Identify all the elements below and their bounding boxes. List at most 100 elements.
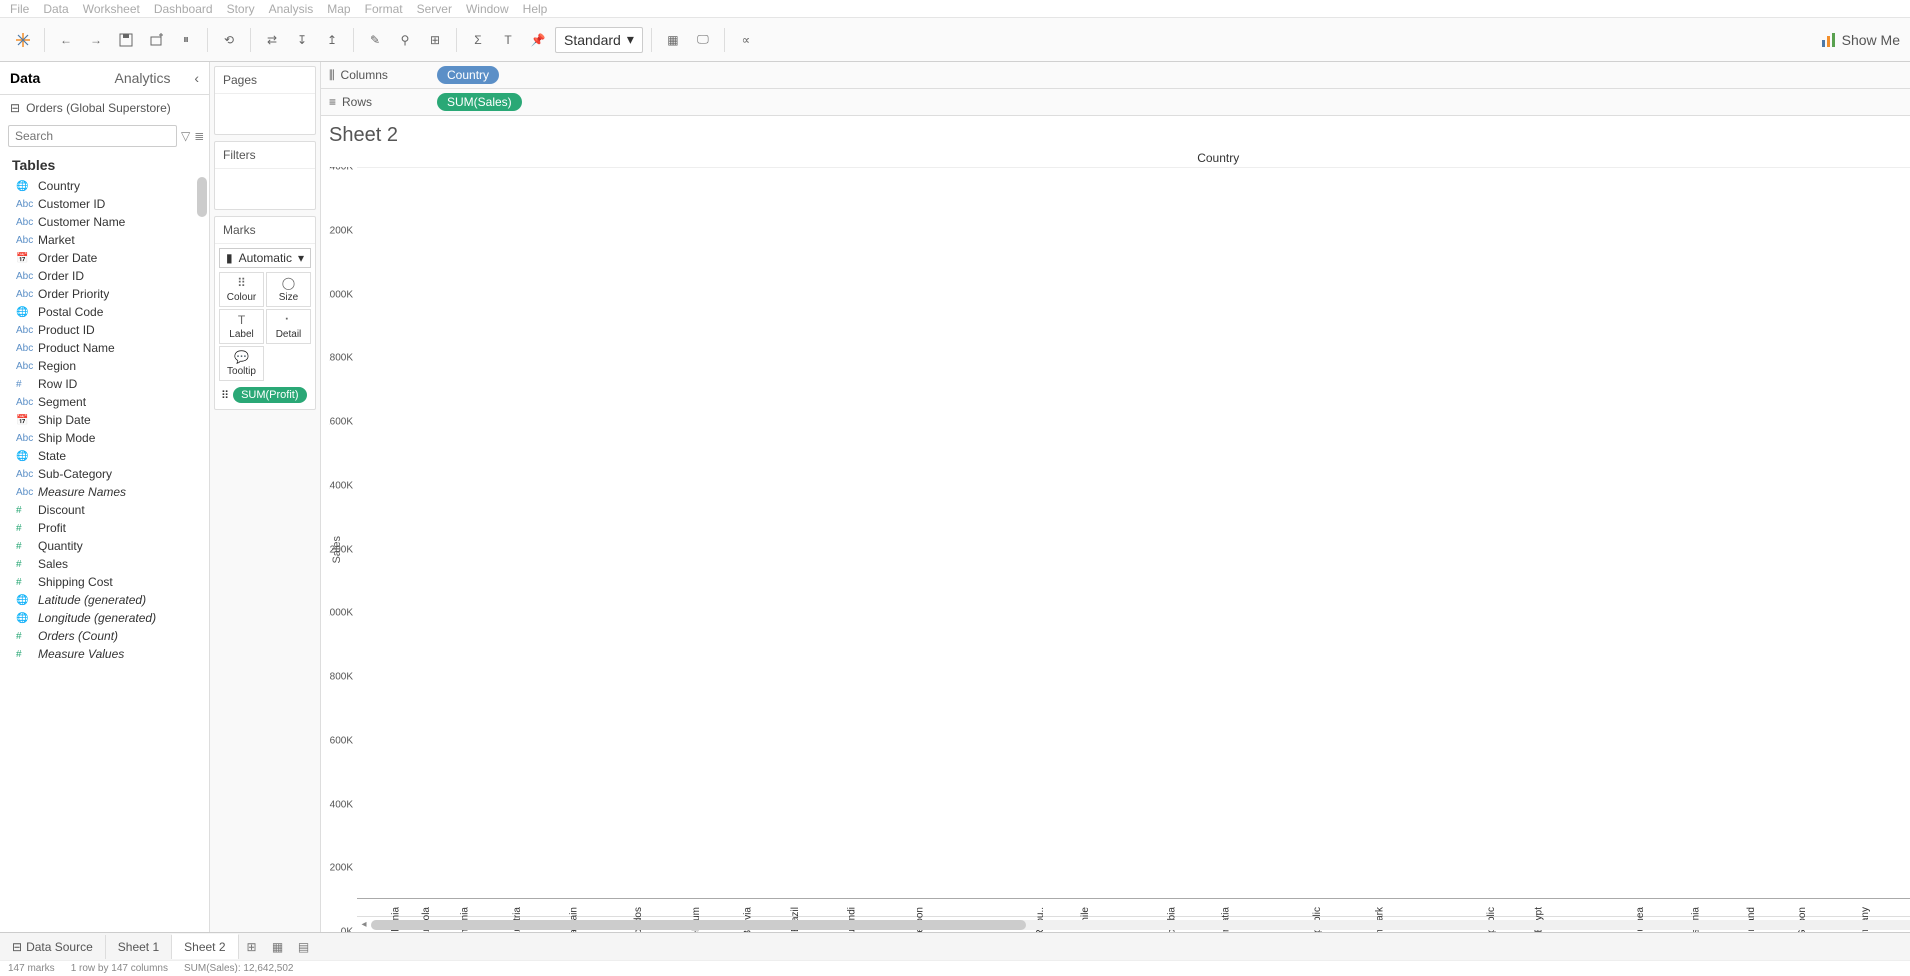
field-customer-name[interactable]: AbcCustomer Name [12, 213, 205, 231]
field-postal-code[interactable]: 🌐Postal Code [12, 303, 205, 321]
save-button[interactable] [113, 27, 139, 53]
filters-shelf[interactable] [215, 169, 315, 209]
field-row-id[interactable]: #Row ID [12, 375, 205, 393]
menu-window[interactable]: Window [466, 2, 509, 16]
menu-file[interactable]: File [10, 2, 29, 16]
field-measure-values[interactable]: #Measure Values [12, 645, 205, 663]
field-label: Customer ID [38, 197, 105, 211]
totals-button[interactable]: Σ [465, 27, 491, 53]
field-profit[interactable]: #Profit [12, 519, 205, 537]
sort-desc-button[interactable]: ↥ [319, 27, 345, 53]
field-sales[interactable]: #Sales [12, 555, 205, 573]
marks-type-dropdown[interactable]: ▮ Automatic ▾ [219, 248, 311, 268]
columns-pill-country[interactable]: Country [437, 66, 499, 84]
menu-worksheet[interactable]: Worksheet [83, 2, 140, 16]
marks-detail-button[interactable]: ⠂Detail [266, 309, 311, 344]
share-button[interactable]: ∝ [733, 27, 759, 53]
field-product-name[interactable]: AbcProduct Name [12, 339, 205, 357]
status-marks: 147 marks [8, 963, 55, 974]
field-orders-count-[interactable]: #Orders (Count) [12, 627, 205, 645]
scroll-thumb[interactable] [371, 920, 1026, 930]
filter-icon[interactable]: ▽ [181, 129, 190, 143]
field-region[interactable]: AbcRegion [12, 357, 205, 375]
scrollbar-thumb[interactable] [197, 177, 207, 217]
marks-label-button[interactable]: TLabel [219, 309, 264, 344]
search-input[interactable] [8, 125, 177, 147]
group-button[interactable]: ⊞ [422, 27, 448, 53]
field-market[interactable]: AbcMarket [12, 231, 205, 249]
field-latitude-generated-[interactable]: 🌐Latitude (generated) [12, 591, 205, 609]
field-measure-names[interactable]: AbcMeasure Names [12, 483, 205, 501]
rows-shelf[interactable]: SUM(Sales) [437, 93, 1910, 111]
pages-shelf[interactable] [215, 94, 315, 134]
tab-sheet1[interactable]: Sheet 1 [106, 935, 172, 959]
fit-dropdown[interactable]: Standard▾ [555, 27, 643, 53]
columns-shelf[interactable]: Country [437, 66, 1910, 84]
show-labels-button[interactable]: T [495, 27, 521, 53]
presentation-mode-button[interactable]: 🖵 [690, 27, 716, 53]
colour-pill-row[interactable]: ⠿ SUM(Profit) [219, 385, 311, 405]
colour-pill[interactable]: SUM(Profit) [233, 387, 306, 403]
menu-data[interactable]: Data [43, 2, 68, 16]
field-ship-mode[interactable]: AbcShip Mode [12, 429, 205, 447]
scroll-left-arrow[interactable]: ◂ [357, 919, 371, 930]
field-state[interactable]: 🌐State [12, 447, 205, 465]
bars-area[interactable] [357, 167, 1910, 899]
field-customer-id[interactable]: AbcCustomer ID [12, 195, 205, 213]
datasource-label: Orders (Global Superstore) [26, 101, 171, 115]
marks-tooltip-button[interactable]: 💬Tooltip [219, 346, 264, 381]
undo-button[interactable]: ← [53, 27, 79, 53]
sort-asc-button[interactable]: ↧ [289, 27, 315, 53]
view-toggle-icon[interactable]: ≣ [194, 129, 204, 143]
highlight-button[interactable]: ⚲ [392, 27, 418, 53]
x-label: Czech Republic [1242, 899, 1312, 914]
pause-updates-button[interactable]: ⏸ [173, 27, 199, 53]
new-story-icon[interactable]: ▤ [291, 940, 317, 954]
redo-button[interactable]: → [83, 27, 109, 53]
tab-analytics[interactable]: Analytics‹ [105, 62, 210, 94]
field-segment[interactable]: AbcSegment [12, 393, 205, 411]
clear-button[interactable]: ✎ [362, 27, 388, 53]
x-label: Bolivia [713, 899, 742, 914]
sheet-title[interactable]: Sheet 2 [329, 124, 1910, 151]
new-dashboard-icon[interactable]: ▦ [265, 940, 291, 954]
field-product-id[interactable]: AbcProduct ID [12, 321, 205, 339]
field-longitude-generated-[interactable]: 🌐Longitude (generated) [12, 609, 205, 627]
show-cards-button[interactable]: ▦ [660, 27, 686, 53]
marks-size-button[interactable]: ◯Size [266, 272, 311, 307]
separator [651, 28, 652, 52]
field-country[interactable]: 🌐Country [12, 177, 205, 195]
field-order-id[interactable]: AbcOrder ID [12, 267, 205, 285]
menu-dashboard[interactable]: Dashboard [154, 2, 213, 16]
collapse-icon[interactable]: ‹ [194, 70, 199, 86]
tab-sheet2[interactable]: Sheet 2 [172, 934, 238, 959]
pin-button[interactable]: 📌 [525, 27, 551, 53]
field-ship-date[interactable]: 📅Ship Date [12, 411, 205, 429]
rows-pill-sales[interactable]: SUM(Sales) [437, 93, 522, 111]
scroll-track[interactable] [371, 920, 1910, 930]
menu-story[interactable]: Story [227, 2, 255, 16]
marks-colour-button[interactable]: ⠿Colour [219, 272, 264, 307]
field-discount[interactable]: #Discount [12, 501, 205, 519]
show-me-button[interactable]: Show Me [1822, 32, 1900, 48]
datasource-row[interactable]: ⊟ Orders (Global Superstore) [0, 95, 209, 121]
field-order-priority[interactable]: AbcOrder Priority [12, 285, 205, 303]
horizontal-scrollbar[interactable]: ◂ ▸ [357, 916, 1910, 932]
new-datasource-button[interactable] [143, 27, 169, 53]
columns-shelf-label: ⫼Columns [329, 68, 429, 83]
field-order-date[interactable]: 📅Order Date [12, 249, 205, 267]
tab-data-source[interactable]: ⊟Data Source [0, 935, 106, 959]
menu-help[interactable]: Help [523, 2, 548, 16]
menu-server[interactable]: Server [417, 2, 452, 16]
field-sub-category[interactable]: AbcSub-Category [12, 465, 205, 483]
field-quantity[interactable]: #Quantity [12, 537, 205, 555]
new-worksheet-icon[interactable]: ⊞ [239, 940, 265, 954]
menu-format[interactable]: Format [365, 2, 403, 16]
tab-data[interactable]: Data [0, 62, 105, 94]
new-worksheet-button[interactable]: ⟲ [216, 27, 242, 53]
chart[interactable]: Sales 2400K2200K2000K1800K1600K1400K1200… [329, 167, 1910, 932]
menu-analysis[interactable]: Analysis [269, 2, 314, 16]
swap-button[interactable]: ⇄ [259, 27, 285, 53]
menu-map[interactable]: Map [327, 2, 350, 16]
field-shipping-cost[interactable]: #Shipping Cost [12, 573, 205, 591]
